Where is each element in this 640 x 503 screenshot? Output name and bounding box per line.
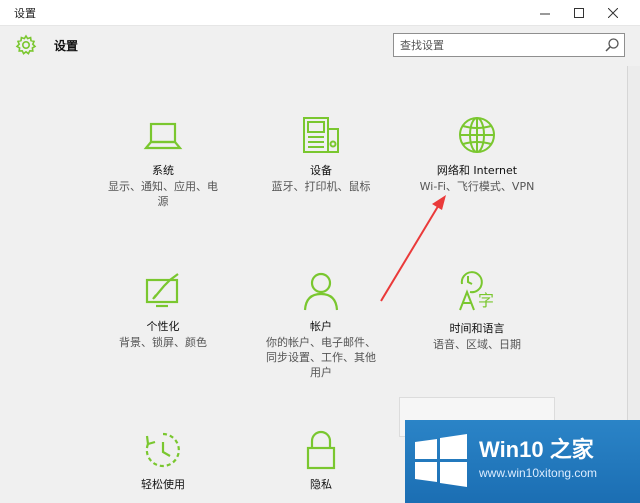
search-box[interactable] [393, 33, 625, 57]
title-bar: 设置 [0, 0, 640, 26]
tile-description-line: 语音、区域、日期 [433, 338, 521, 351]
tile-label: 时间和语言 [449, 322, 505, 335]
windows-logo-icon [415, 434, 467, 487]
page-title: 设置 [54, 39, 79, 53]
search-input[interactable] [394, 34, 594, 56]
close-button[interactable] [596, 0, 630, 26]
tile-ease-of-access[interactable]: 轻松使用 [98, 430, 228, 492]
time-language-icon: 字 [459, 271, 494, 311]
tile-label: 系统 [152, 164, 174, 177]
maximize-icon [574, 8, 584, 18]
tile-time-language[interactable]: 字 时间和语言 语音、区域、日期 [412, 270, 542, 352]
tile-description: Wi-Fi、飞行模式、VPN [412, 179, 542, 194]
tile-label: 帐户 [310, 320, 332, 333]
laptop-icon [143, 122, 183, 150]
tile-description-line: 源 [157, 195, 169, 208]
tile-label: 设备 [310, 164, 332, 177]
tile-label: 网络和 Internet [436, 164, 518, 177]
tile-description: 语音、区域、日期 [412, 337, 542, 352]
watermark-url: www.win10xitong.com [479, 466, 598, 480]
ease-of-access-icon [145, 432, 180, 468]
window-title: 设置 [14, 7, 36, 20]
globe-icon [459, 117, 495, 153]
svg-text:字: 字 [478, 291, 494, 310]
tile-label: 隐私 [310, 478, 332, 491]
tile-description-line: 显示、通知、应用、电 [108, 180, 218, 193]
tile-description-line: 你的帐户、电子邮件、 [266, 336, 376, 349]
tile-description-line: 用户 [310, 366, 332, 379]
tile-accounts[interactable]: 帐户 你的帐户、电子邮件、 同步设置、工作、其他 用户 [256, 270, 386, 380]
tile-privacy[interactable]: 隐私 [256, 430, 386, 492]
personalization-icon [145, 273, 179, 308]
tile-description-line: 同步设置、工作、其他 [266, 351, 376, 364]
minimize-button[interactable] [528, 0, 562, 26]
tile-description-line: Wi-Fi、飞行模式、VPN [419, 180, 535, 193]
tile-description-line: 蓝牙、打印机、鼠标 [271, 180, 371, 193]
tile-description: 你的帐户、电子邮件、 同步设置、工作、其他 用户 [256, 335, 386, 380]
tile-description: 显示、通知、应用、电 源 [98, 179, 228, 209]
devices-icon [303, 117, 339, 153]
search-icon[interactable] [604, 37, 620, 53]
settings-window: 设置 设置 查找设置 系统 显示、通知、应用、电 源 设备 蓝牙、打印机、鼠标 … [0, 0, 640, 503]
watermark-logo: Win10 之家 www.win10xitong.com [405, 420, 640, 503]
tile-network-internet[interactable]: 网络和 Internet Wi-Fi、飞行模式、VPN [412, 114, 542, 194]
tile-system[interactable]: 系统 显示、通知、应用、电 源 [98, 116, 228, 209]
tile-description: 蓝牙、打印机、鼠标 [256, 179, 386, 194]
gear-icon [15, 34, 37, 55]
tile-personalization[interactable]: 个性化 背景、锁屏、颜色 [98, 272, 228, 350]
close-icon [608, 8, 618, 18]
tile-description: 背景、锁屏、颜色 [98, 335, 228, 350]
maximize-button[interactable] [562, 0, 596, 26]
lock-icon [306, 430, 336, 470]
tile-devices[interactable]: 设备 蓝牙、打印机、鼠标 [256, 114, 386, 194]
tile-label: 轻松使用 [141, 478, 185, 491]
account-icon [303, 272, 339, 311]
watermark-title: Win10 之家 [479, 437, 594, 462]
minimize-icon [540, 13, 550, 15]
tile-description-line: 背景、锁屏、颜色 [119, 336, 207, 349]
tile-label: 个性化 [146, 320, 180, 333]
